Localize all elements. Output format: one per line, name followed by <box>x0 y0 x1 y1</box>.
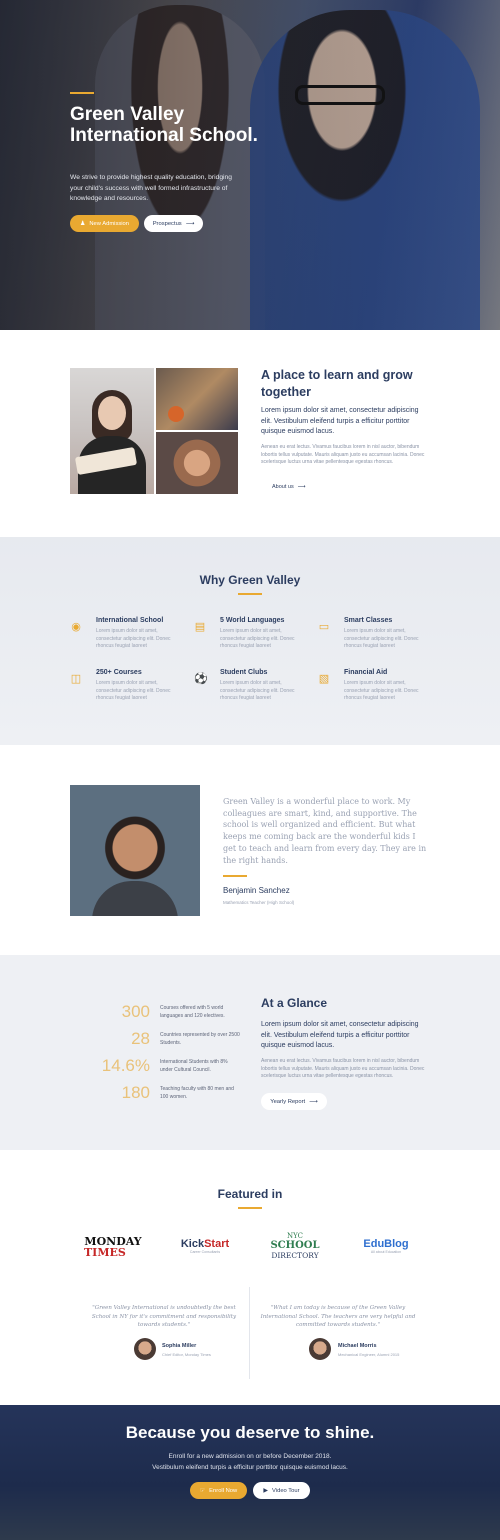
why-title: Why Green Valley <box>199 573 301 587</box>
stat-number: 14.6% <box>101 1056 150 1075</box>
teacher-testimonial-section: Green Valley is a wonderful place to wor… <box>0 745 500 955</box>
hero-accent-rule <box>70 92 94 94</box>
why-section: Why Green Valley ◉ International School … <box>0 537 500 745</box>
quote-author-role: Mechanical Engineer, Alumni 2015 <box>338 1352 400 1357</box>
media-quote: "What I am today is because of the Green… <box>260 1305 416 1328</box>
quote-author-role: Chief Editor, Monday Times <box>162 1352 211 1357</box>
ball-icon: ⚽ <box>194 673 208 685</box>
yearly-report-button[interactable]: Yearly Report ⟶ <box>261 1093 327 1110</box>
glance-heading: At a Glance <box>261 996 328 1010</box>
prospectus-button[interactable]: Prospectus ⟶ <box>144 215 203 232</box>
hero-title: Green Valley International School. <box>70 104 258 146</box>
book-icon: ◫ <box>70 673 82 685</box>
cta-title: Because you deserve to shine. <box>125 1423 375 1442</box>
about-section: A place to learn and grow together Lorem… <box>0 330 500 537</box>
cta-text: Enroll for a new admission on or before … <box>152 1453 348 1471</box>
arrow-right-icon: ⟶ <box>297 484 306 490</box>
video-tour-button[interactable]: ▶ Video Tour <box>253 1482 310 1499</box>
team-hands-photo <box>156 432 238 494</box>
about-us-link[interactable]: About us ⟶ <box>272 484 306 490</box>
stat-text: Teaching faculty with 80 men and 100 wom… <box>160 1086 234 1100</box>
user-icon: ♟ <box>79 221 86 227</box>
featured-in-section: Featured in MONDAY TIMES KickStart Caree… <box>0 1150 500 1405</box>
avatar <box>309 1338 331 1360</box>
money-icon: ▧ <box>318 673 330 685</box>
student-with-book-photo <box>70 368 154 494</box>
stat-number: 180 <box>121 1083 150 1102</box>
globe-icon: ◉ <box>71 621 81 633</box>
quote-author-name: Michael Morris <box>338 1343 377 1349</box>
cta-section: Because you deserve to shine. Enroll for… <box>0 1405 500 1540</box>
nyc-school-directory-logo[interactable]: NYC SCHOOL DIRECTORY <box>262 1232 328 1260</box>
hero-section: Green Valley International School. We st… <box>0 0 500 330</box>
about-lead: Lorem ipsum dolor sit amet, consectetur … <box>261 407 419 435</box>
kickstart-logo[interactable]: KickStart Career Consultants <box>175 1238 235 1254</box>
testimonial-quote: Green Valley is a wonderful place to wor… <box>223 797 427 865</box>
stat-text: Countries represented by over 2500 Stude… <box>160 1032 240 1046</box>
teacher-portrait-photo <box>70 785 200 916</box>
stat-number: 28 <box>131 1029 150 1048</box>
stat-number: 300 <box>121 1002 150 1021</box>
featured-title: Featured in <box>217 1187 283 1201</box>
glance-body: Aenean eu erat lectus. Vivamus faucibus … <box>261 1058 425 1079</box>
divider <box>249 1287 250 1379</box>
play-icon: ▶ <box>263 1488 269 1494</box>
translate-icon: ▤ <box>194 621 206 633</box>
avatar <box>134 1338 156 1360</box>
glance-lead: Lorem ipsum dolor sit amet, consectetur … <box>261 1021 419 1049</box>
laptop-icon: ▭ <box>318 621 330 633</box>
at-a-glance-section: 300 Courses offered with 5 world languag… <box>0 955 500 1150</box>
hand-pointer-icon: ☞ <box>199 1488 206 1494</box>
arrow-right-icon: ⟶ <box>309 1099 318 1105</box>
enroll-now-button[interactable]: ☞ Enroll Now <box>190 1482 247 1499</box>
quote-author-name: Sophia Miller <box>162 1343 197 1349</box>
arrow-right-icon: ⟶ <box>185 221 195 227</box>
new-admission-button[interactable]: ♟ New Admission <box>70 215 139 232</box>
media-quote: "Green Valley International is undoubted… <box>91 1305 237 1328</box>
stat-text: International Students with 8% under Cul… <box>160 1059 228 1073</box>
about-heading: A place to learn and grow together <box>261 368 413 399</box>
monday-times-logo[interactable]: MONDAY TIMES <box>82 1236 144 1258</box>
testimonial-name: Benjamin Sanchez <box>223 886 290 895</box>
testimonial-role: Mathematics Teacher (High School) <box>223 900 295 905</box>
about-body: Aenean eu erat lectus. Vivamus faucibus … <box>261 444 425 465</box>
hero-text: We strive to provide highest quality edu… <box>70 174 232 202</box>
stat-text: Courses offered with 5 world languages a… <box>160 1005 225 1019</box>
edublog-logo[interactable]: EduBlog All about Education <box>358 1238 414 1254</box>
basketball-photo <box>156 368 238 430</box>
